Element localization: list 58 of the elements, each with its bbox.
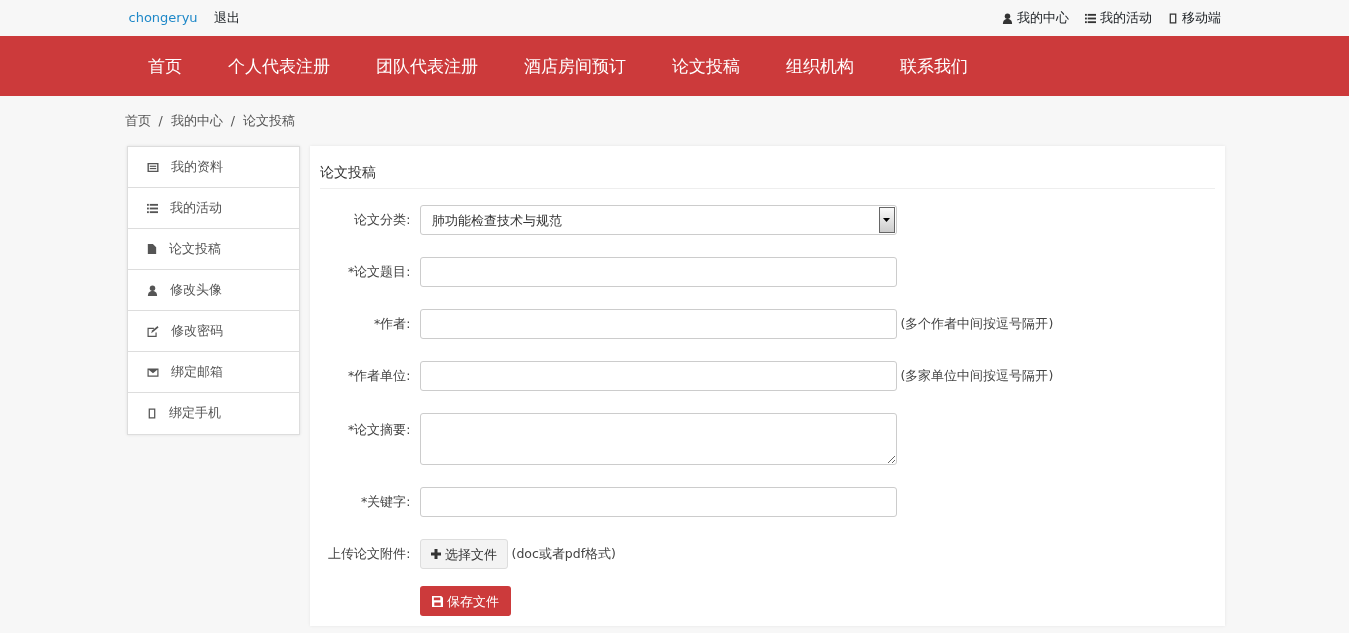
list-icon [1084, 12, 1096, 24]
hint-text: (doc或者pdf格式) [511, 544, 616, 563]
save-button[interactable]: 保存文件 [419, 586, 511, 617]
mobile-icon [146, 408, 157, 419]
mobile-icon [1167, 12, 1178, 24]
input-field[interactable] [419, 361, 897, 392]
field-label: *论文摘要: [347, 421, 412, 440]
top-link[interactable]: 移动端 [1167, 8, 1221, 28]
sidebar-item[interactable]: 我的资料 [127, 147, 299, 188]
plus-icon [430, 549, 441, 560]
field-label: 上传论文附件: [327, 544, 412, 563]
category-select[interactable]: 肺功能检查技术与规范 [419, 205, 897, 236]
input-field[interactable] [419, 257, 897, 288]
sidebar-item[interactable]: 我的活动 [127, 188, 299, 229]
nav-link[interactable]: 联系我们 [876, 36, 991, 96]
input-field[interactable] [419, 309, 897, 340]
hint-text: (多个作者中间按逗号隔开) [900, 314, 1054, 333]
hint-text: (多家单位中间按逗号隔开) [900, 366, 1054, 385]
breadcrumb-link[interactable]: 我的中心 [170, 113, 223, 128]
input-field[interactable] [419, 487, 897, 518]
field-label: *作者: [373, 314, 412, 333]
field-label: *关键字: [360, 492, 412, 511]
id-card-icon [146, 161, 159, 173]
save-icon [431, 595, 443, 607]
list-icon [146, 202, 158, 214]
sidebar-item[interactable]: 绑定手机 [127, 393, 299, 434]
nav-link[interactable]: 团队代表注册 [352, 36, 501, 96]
nav-link[interactable]: 个人代表注册 [204, 36, 353, 96]
nav-link[interactable]: 首页 [124, 36, 205, 96]
top-link[interactable]: 我的活动 [1084, 8, 1152, 28]
field-label: *作者单位: [347, 366, 412, 385]
breadcrumb-current: 论文投稿 [242, 113, 295, 128]
envelope-icon [146, 366, 159, 378]
dropdown-button[interactable] [878, 207, 895, 234]
breadcrumb-separator: / [158, 113, 163, 128]
user-icon [1001, 12, 1013, 24]
sidebar-item[interactable]: 绑定邮箱 [127, 352, 299, 393]
choose-file-button[interactable]: 选择文件 [419, 539, 508, 570]
top-link[interactable]: 我的中心 [1001, 8, 1069, 28]
sidebar-item[interactable]: 修改密码 [127, 311, 299, 352]
panel-title: 论文投稿 [319, 158, 1215, 190]
logout-link[interactable]: 退出 [213, 8, 240, 28]
edit-icon [146, 325, 159, 337]
username-link[interactable]: chongeryu [128, 8, 198, 28]
nav-link[interactable]: 论文投稿 [648, 36, 763, 96]
breadcrumb-separator: / [230, 113, 235, 128]
field-label: *论文题目: [347, 262, 412, 281]
text-area[interactable] [419, 413, 897, 466]
document-icon [146, 243, 157, 255]
nav-link[interactable]: 酒店房间预订 [500, 36, 649, 96]
nav-link[interactable]: 组织机构 [762, 36, 877, 96]
caret-icon [883, 218, 890, 223]
sidebar-item[interactable]: 论文投稿 [127, 229, 299, 270]
user-icon [146, 284, 158, 296]
field-label: 论文分类: [353, 210, 412, 229]
selected-option: 肺功能检查技术与规范 [431, 210, 879, 230]
sidebar-item[interactable]: 修改头像 [127, 270, 299, 311]
breadcrumb-link[interactable]: 首页 [124, 113, 151, 128]
